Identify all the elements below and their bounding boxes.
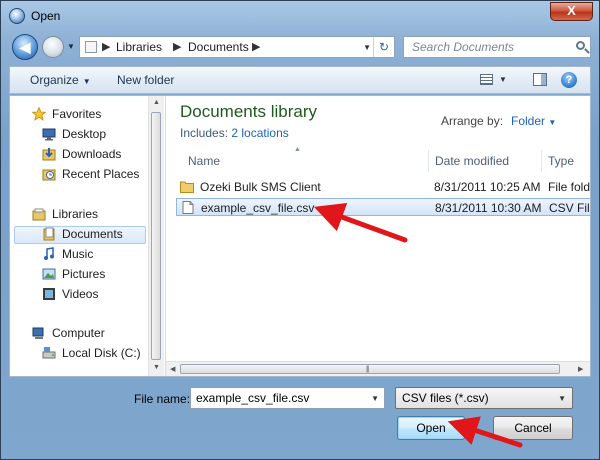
views-dropdown-icon[interactable]: ▼ — [499, 75, 507, 84]
scrollbar-grip-icon: ||| — [366, 366, 370, 373]
sidebar-item-label: Libraries — [52, 207, 99, 221]
organize-label: Organize — [30, 73, 79, 87]
file-type: File folder — [548, 180, 590, 194]
column-header-type[interactable]: Type — [541, 150, 590, 172]
sidebar-item-label: Videos — [62, 287, 99, 301]
cancel-button[interactable]: Cancel — [493, 416, 573, 440]
includes-label: Includes: — [180, 126, 229, 140]
arrange-by-value: Folder — [511, 114, 546, 128]
close-button[interactable]: X — [550, 2, 593, 21]
computer-icon — [32, 327, 44, 339]
column-header-date-modified[interactable]: Date modified — [428, 150, 541, 172]
star-icon — [32, 107, 46, 121]
column-header-name[interactable]: Name — [182, 150, 428, 172]
search-icon[interactable] — [576, 41, 585, 50]
sidebar-item-label: Recent Places — [62, 167, 140, 181]
address-bar[interactable]: ▶ Libraries ▶ Documents ▶ ▼ ↻ — [79, 36, 395, 58]
breadcrumb-separator-icon[interactable]: ▶ — [252, 40, 260, 53]
window-title: Open — [31, 9, 61, 23]
library-title: Documents library — [180, 102, 317, 121]
arrange-by-label: Arrange by: — [441, 114, 504, 128]
locations-link[interactable]: 2 locations — [231, 126, 288, 140]
sidebar-item-label: Favorites — [52, 107, 102, 121]
horizontal-scrollbar[interactable]: ◀ ||| ▶ — [166, 361, 590, 376]
new-folder-button[interactable]: New folder — [117, 73, 174, 87]
documents-icon — [43, 227, 55, 241]
preview-pane-icon[interactable] — [533, 73, 547, 86]
search-box[interactable]: Search Documents — [403, 36, 591, 58]
navigation-bar: ◀ ▼ ▶ Libraries ▶ Documents ▶ ▼ ↻ Search… — [9, 33, 591, 63]
pictures-icon — [42, 268, 56, 280]
sidebar-item-label: Desktop — [62, 127, 107, 141]
file-name-dropdown-icon[interactable]: ▼ — [371, 394, 379, 403]
title-bar: Open X — [1, 1, 599, 31]
file-icon — [182, 201, 194, 214]
file-type: CSV File — [549, 201, 590, 215]
desktop-icon — [42, 128, 56, 141]
scrollbar-thumb[interactable] — [151, 112, 161, 360]
address-location-icon — [85, 41, 97, 53]
library-includes: Includes: 2 locations — [180, 126, 289, 140]
file-name: example_csv_file.csv — [201, 201, 315, 215]
chevron-down-icon: ▼ — [558, 394, 566, 403]
sidebar-item-label: Local Disk (C:) — [62, 346, 141, 360]
folder-icon — [180, 181, 194, 193]
scroll-up-icon[interactable]: ▲ — [153, 99, 160, 106]
local-disk-icon — [42, 347, 56, 359]
search-placeholder: Search Documents — [412, 40, 515, 54]
music-icon — [44, 247, 54, 260]
app-icon — [9, 8, 25, 24]
file-name-label: File name: — [134, 392, 191, 406]
recent-places-icon — [42, 169, 56, 181]
file-type-filter-value: CSV files (*.csv) — [402, 391, 489, 405]
videos-icon — [43, 288, 55, 300]
forward-button[interactable] — [42, 36, 64, 58]
scrollbar-thumb[interactable]: ||| — [180, 364, 560, 374]
sidebar-item-label: Pictures — [62, 267, 106, 281]
command-bar: Organize ▼ New folder ▼ ? — [9, 66, 591, 94]
file-row-folder[interactable]: Ozeki Bulk SMS Client 8/31/2011 10:25 AM… — [176, 178, 590, 196]
sidebar-item-label: Computer — [52, 326, 105, 340]
breadcrumb-separator-icon[interactable]: ▶ — [173, 40, 181, 53]
scroll-down-icon[interactable]: ▼ — [153, 364, 160, 371]
downloads-icon — [42, 148, 56, 161]
sidebar-item-label: Music — [62, 247, 94, 261]
arrange-by-dropdown[interactable]: Folder ▼ — [511, 114, 556, 128]
chevron-down-icon: ▼ — [82, 77, 91, 86]
scroll-left-icon[interactable]: ◀ — [170, 365, 175, 373]
back-button[interactable]: ◀ — [12, 34, 38, 60]
help-icon[interactable]: ? — [561, 72, 577, 88]
organize-menu[interactable]: Organize ▼ — [30, 73, 91, 87]
refresh-button[interactable]: ↻ — [373, 37, 394, 57]
file-date: 8/31/2011 10:30 AM — [435, 201, 542, 215]
address-dropdown-icon[interactable]: ▼ — [363, 43, 371, 52]
navigation-pane: Favorites Desktop Downloads Recent Place… — [10, 96, 166, 376]
file-list-pane: Documents library Includes: 2 locations … — [166, 96, 590, 376]
open-button[interactable]: Open — [397, 416, 465, 440]
recent-pages-dropdown-icon[interactable]: ▼ — [67, 42, 75, 51]
sidebar-item-label: Downloads — [62, 147, 122, 161]
libraries-icon — [32, 208, 46, 221]
breadcrumb-separator-icon[interactable]: ▶ — [102, 40, 110, 53]
navigation-scrollbar[interactable]: ▲ ▼ — [148, 96, 164, 376]
breadcrumb-libraries[interactable]: Libraries — [116, 40, 162, 54]
breadcrumb-documents[interactable]: Documents — [188, 40, 249, 54]
sidebar-item-label: Documents — [62, 227, 123, 241]
file-name: Ozeki Bulk SMS Client — [200, 180, 321, 194]
change-view-icon[interactable] — [480, 74, 493, 85]
file-name-input[interactable] — [196, 391, 356, 405]
file-row-csv[interactable]: example_csv_file.csv 8/31/2011 10:30 AM … — [176, 198, 590, 216]
open-dialog-window: Open X ◀ ▼ ▶ Libraries ▶ Documents ▶ ▼ ↻… — [0, 0, 600, 460]
scroll-right-icon[interactable]: ▶ — [578, 365, 583, 373]
browser-panes: Favorites Desktop Downloads Recent Place… — [9, 95, 591, 377]
chevron-down-icon: ▼ — [548, 118, 557, 127]
file-type-filter[interactable]: CSV files (*.csv) ▼ — [395, 387, 573, 409]
file-name-field[interactable]: ▼ — [190, 387, 385, 409]
file-date: 8/31/2011 10:25 AM — [434, 180, 541, 194]
